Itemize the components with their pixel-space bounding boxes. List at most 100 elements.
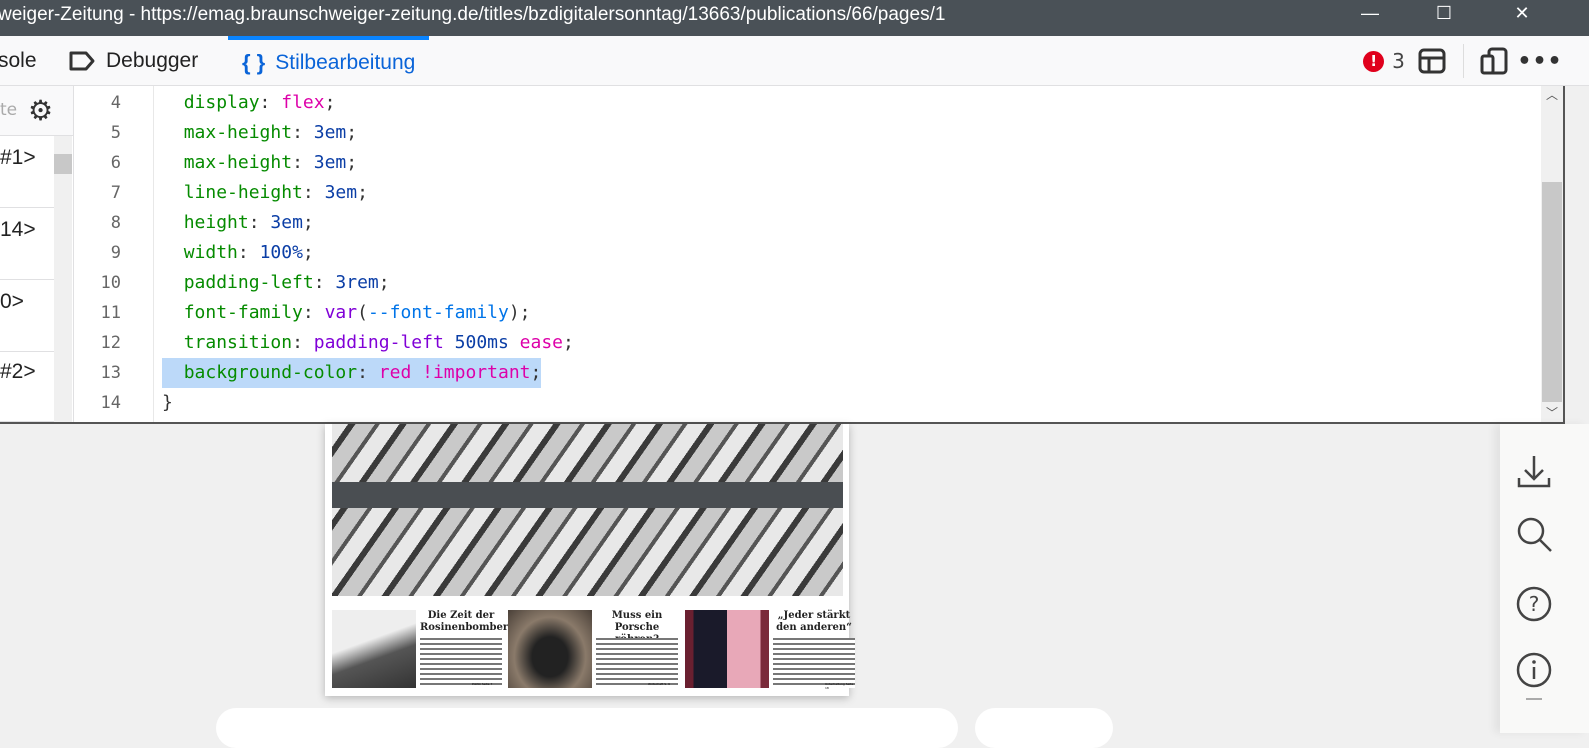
code-token: ; bbox=[563, 332, 574, 353]
tab-label: Stilbearbeitung bbox=[275, 51, 416, 74]
zoom-control-bar[interactable] bbox=[975, 708, 1113, 748]
search-icon[interactable] bbox=[1514, 514, 1554, 554]
css-code-editor[interactable]: display: flex; max-height: 3em; max-heig… bbox=[154, 86, 1541, 423]
code-token: !important bbox=[422, 362, 531, 383]
line-number: 14 bbox=[100, 393, 121, 413]
newspaper-page[interactable]: Die Zeit der Rosinenbomber Politik Seite… bbox=[325, 424, 855, 696]
stylesheet-item[interactable]: 14> bbox=[0, 208, 54, 280]
scroll-down-icon[interactable]: ﹀ bbox=[1546, 404, 1558, 421]
story-image bbox=[332, 610, 416, 688]
story-body bbox=[420, 638, 502, 688]
story-teaser[interactable]: „Jeder stärkt den anderen“ Unterhaltung … bbox=[685, 610, 855, 690]
story-ref: Politik Seite 7 bbox=[472, 682, 493, 686]
responsive-design-button[interactable] bbox=[1476, 36, 1512, 86]
divider bbox=[1463, 44, 1464, 78]
code-token: 500ms bbox=[454, 332, 509, 353]
viewer-sidebar: ? bbox=[1500, 424, 1589, 733]
stylesheet-list: te ⚙ #1> 14> 0> #2> bbox=[0, 86, 74, 423]
scrollbar-thumb[interactable] bbox=[1542, 182, 1562, 402]
code-token: height bbox=[183, 212, 249, 233]
code-line[interactable]: } bbox=[162, 388, 173, 418]
code-token: 3rem bbox=[335, 272, 379, 293]
stylesheet-item[interactable]: #2> bbox=[0, 350, 54, 422]
line-number: 8 bbox=[110, 213, 121, 233]
code-token: ; bbox=[302, 242, 314, 263]
story-teaser[interactable]: Muss ein Porsche röhren? Wirtschaft S. 9 bbox=[508, 610, 678, 690]
tab-label: sole bbox=[0, 49, 37, 72]
stylesheet-scrollbar[interactable] bbox=[54, 136, 72, 423]
code-line[interactable]: width: 100%; bbox=[162, 238, 314, 268]
code-token: red bbox=[378, 362, 412, 383]
responsive-icon bbox=[1480, 47, 1508, 75]
code-token: var bbox=[324, 302, 358, 323]
gear-icon[interactable]: ⚙ bbox=[28, 94, 53, 127]
code-token: flex bbox=[281, 92, 325, 113]
filter-input[interactable]: te bbox=[0, 100, 17, 120]
code-token: ; bbox=[378, 272, 390, 293]
tab-debugger[interactable]: Debugger bbox=[68, 36, 198, 86]
info-icon[interactable] bbox=[1514, 650, 1554, 690]
code-line[interactable]: height: 3em; bbox=[162, 208, 314, 238]
code-token: ); bbox=[508, 302, 531, 323]
code-line[interactable]: max-height: 3em; bbox=[162, 118, 357, 148]
more-options-button[interactable]: ••• bbox=[1517, 36, 1561, 86]
stylesheet-item[interactable]: 0> bbox=[0, 280, 54, 352]
scrollbar-thumb[interactable] bbox=[54, 154, 72, 174]
code-line[interactable]: max-height: 3em; bbox=[162, 148, 357, 178]
code-line[interactable]: display: flex; bbox=[162, 88, 336, 118]
story-headline: Die Zeit der Rosinenbomber bbox=[420, 610, 509, 633]
editor-scrollbar[interactable]: ︿ ﹀ bbox=[1541, 86, 1563, 423]
code-token: } bbox=[162, 392, 173, 413]
error-count: 3 bbox=[1392, 49, 1405, 73]
tab-style-editor[interactable]: { } Stilbearbeitung bbox=[228, 36, 430, 86]
layout-toggle-button[interactable] bbox=[1414, 36, 1450, 86]
code-line[interactable]: padding-left: 3rem; bbox=[162, 268, 390, 298]
code-token: : bbox=[292, 332, 314, 353]
braces-icon: { } bbox=[242, 50, 266, 75]
line-number: 4 bbox=[110, 93, 121, 113]
maximize-button[interactable]: ☐ bbox=[1414, 0, 1474, 30]
story-headline: „Jeder stärkt den anderen“ bbox=[776, 610, 852, 633]
code-token: transition bbox=[183, 332, 293, 353]
story-ref: Unterhaltung Seite 18 bbox=[825, 682, 854, 690]
code-token: display bbox=[183, 92, 260, 113]
code-token: line-height bbox=[183, 182, 303, 203]
page-navigation-bar[interactable] bbox=[216, 708, 958, 748]
scroll-up-icon[interactable]: ︿ bbox=[1546, 86, 1558, 103]
story-body bbox=[773, 638, 855, 688]
divider bbox=[1563, 86, 1565, 424]
close-button[interactable]: ✕ bbox=[1492, 0, 1552, 30]
help-icon[interactable]: ? bbox=[1514, 584, 1554, 624]
code-line[interactable]: font-family: var(--font-family); bbox=[162, 298, 531, 328]
download-icon[interactable] bbox=[1514, 452, 1554, 492]
story-teaser[interactable]: Die Zeit der Rosinenbomber Politik Seite… bbox=[332, 610, 509, 690]
line-number: 12 bbox=[100, 333, 121, 353]
code-line[interactable]: background-color: red !important; bbox=[162, 358, 542, 388]
debugger-icon bbox=[69, 51, 95, 71]
devtools-toolbar: sole Debugger { } Stilbearbeitung bbox=[0, 36, 1589, 86]
tab-label: Debugger bbox=[106, 49, 199, 72]
tab-console[interactable]: sole bbox=[0, 36, 37, 86]
stylesheet-item[interactable]: #1> bbox=[0, 136, 54, 208]
code-line[interactable]: transition: padding-left 500ms ease; bbox=[162, 328, 574, 358]
code-token: 3em bbox=[324, 182, 358, 203]
story-image bbox=[508, 610, 592, 688]
code-token: : bbox=[292, 152, 314, 173]
code-token: padding-left bbox=[183, 272, 314, 293]
code-token: 100% bbox=[259, 242, 303, 263]
code-token: : bbox=[302, 182, 325, 203]
line-number: 6 bbox=[110, 153, 121, 173]
error-count-button[interactable]: ! 3 bbox=[1362, 36, 1406, 86]
code-token: : bbox=[292, 122, 314, 143]
minimize-button[interactable]: — bbox=[1340, 0, 1400, 30]
code-token: padding-left bbox=[313, 332, 444, 353]
code-line[interactable]: line-height: 3em; bbox=[162, 178, 368, 208]
line-number-gutter: 4 5 6 7 8 9 10 11 12 13 14 bbox=[74, 86, 154, 423]
truck-parking-photo bbox=[332, 424, 843, 596]
